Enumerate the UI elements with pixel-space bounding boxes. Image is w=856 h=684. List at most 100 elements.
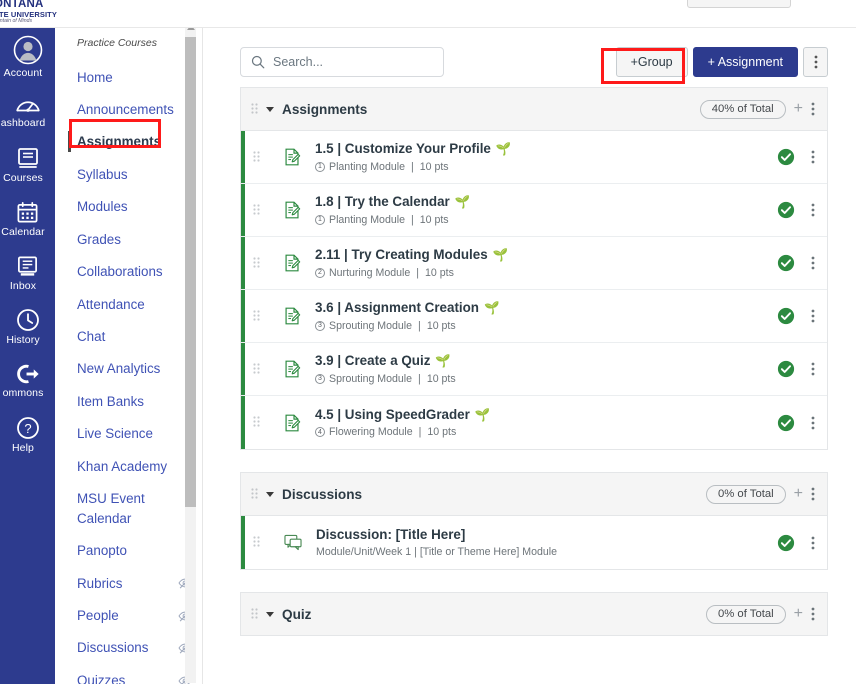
- global-nav-item-ashboard[interactable]: ashboard: [0, 84, 55, 138]
- drag-handle-icon[interactable]: [253, 309, 260, 323]
- assignment-title[interactable]: 2.11 | Try Creating Modules 🌱: [315, 247, 777, 264]
- drag-handle-icon[interactable]: [253, 362, 260, 376]
- drag-handle-icon[interactable]: [251, 607, 258, 621]
- assignment-row[interactable]: Discussion: [Title Here] Module/Unit/Week…: [241, 516, 827, 569]
- global-nav-item-calendar[interactable]: Calendar: [0, 192, 55, 246]
- group-weight-badge: 0% of Total: [705, 484, 786, 504]
- msu-logo: ONTANA ATE UNIVERSITY ountain of Minds: [0, 0, 68, 25]
- course-nav-item-home[interactable]: Home: [55, 61, 202, 93]
- assignment-group-header[interactable]: Quiz 0% of Total +: [240, 592, 828, 636]
- assignment-title[interactable]: 4.5 | Using SpeedGrader 🌱: [315, 407, 777, 424]
- partial-top-button[interactable]: [687, 0, 791, 8]
- assignment-title[interactable]: 1.8 | Try the Calendar 🌱: [315, 194, 777, 211]
- group-header-actions: 0% of Total +: [705, 604, 815, 624]
- drag-handle-icon[interactable]: [253, 203, 260, 217]
- course-nav-item-quizzes[interactable]: Quizzes: [55, 664, 202, 684]
- course-nav-item-label: Khan Academy: [77, 458, 168, 474]
- group-options-icon[interactable]: [811, 607, 815, 621]
- drag-handle-icon[interactable]: [253, 416, 260, 429]
- course-nav-item-collaborations[interactable]: Collaborations: [55, 256, 202, 288]
- course-nav-item-attendance[interactable]: Attendance: [55, 288, 202, 320]
- published-status-icon[interactable]: [777, 148, 795, 166]
- course-nav-item-grades[interactable]: Grades: [55, 223, 202, 255]
- assignment-options-icon[interactable]: [811, 536, 815, 550]
- assignment-row[interactable]: 3.6 | Assignment Creation 🌱 3 Sprouting Mod…: [241, 290, 827, 343]
- course-nav-item-chat[interactable]: Chat: [55, 321, 202, 353]
- seedling-icon: 🌱: [454, 195, 471, 210]
- assignment-title[interactable]: 1.5 | Customize Your Profile 🌱: [315, 141, 777, 158]
- module-number-badge: 2: [315, 267, 325, 278]
- published-status-icon[interactable]: [777, 201, 795, 219]
- search-input[interactable]: [273, 55, 433, 69]
- drag-handle-icon[interactable]: [251, 102, 258, 116]
- course-nav-item-announcements[interactable]: Announcements: [55, 93, 202, 125]
- assignment-options-icon[interactable]: [811, 362, 815, 376]
- course-nav-item-label: Assignments: [77, 134, 162, 150]
- drag-handle-icon[interactable]: [253, 150, 260, 164]
- published-status-icon[interactable]: [777, 534, 795, 552]
- global-nav-item-label: ommons: [2, 387, 44, 399]
- group-header-actions: 40% of Total +: [699, 99, 815, 119]
- global-nav-item-inbox[interactable]: Inbox: [0, 246, 55, 300]
- published-status-icon[interactable]: [777, 414, 795, 432]
- course-nav-item-msu-event-calendar[interactable]: MSU Event Calendar: [55, 483, 202, 535]
- course-nav-item-modules[interactable]: Modules: [55, 191, 202, 223]
- assignment-group-header[interactable]: Discussions 0% of Total +: [240, 472, 828, 516]
- assignment-row[interactable]: 1.5 | Customize Your Profile 🌱 1 Planting M…: [241, 131, 827, 184]
- assignment-title[interactable]: 3.9 | Create a Quiz 🌱: [315, 353, 777, 370]
- assignment-options-icon[interactable]: [811, 256, 815, 270]
- assignments-options-button[interactable]: [803, 47, 828, 77]
- course-nav-item-discussions[interactable]: Discussions: [55, 632, 202, 664]
- course-nav-item-live-science[interactable]: Live Science: [55, 418, 202, 450]
- global-nav-item-ommons[interactable]: ommons: [0, 354, 55, 408]
- assignment-title-text: 1.5 | Customize Your Profile: [315, 141, 491, 157]
- add-to-group-icon[interactable]: +: [794, 486, 803, 502]
- course-nav-item-panopto[interactable]: Panopto: [55, 535, 202, 567]
- assignment-options-icon[interactable]: [811, 416, 815, 430]
- add-assignment-button[interactable]: + Assignment: [692, 47, 798, 77]
- course-nav-scrollbar[interactable]: [185, 23, 196, 683]
- course-nav-item-khan-academy[interactable]: Khan Academy: [55, 450, 202, 482]
- assignment-title[interactable]: 3.6 | Assignment Creation 🌱: [315, 300, 777, 317]
- course-nav-item-people[interactable]: People: [55, 599, 202, 631]
- assignment-group-header[interactable]: Assignments 40% of Total +: [240, 87, 828, 131]
- add-to-group-icon[interactable]: +: [794, 101, 803, 117]
- published-status-icon[interactable]: [777, 254, 795, 272]
- group-options-icon[interactable]: [811, 102, 815, 116]
- global-nav-item-help[interactable]: ? Help: [0, 408, 55, 462]
- search-box[interactable]: [240, 47, 444, 77]
- global-nav-item-courses[interactable]: Courses: [0, 138, 55, 192]
- collapse-caret-icon[interactable]: [266, 491, 274, 497]
- course-nav-item-syllabus[interactable]: Syllabus: [55, 158, 202, 190]
- assignment-options-icon[interactable]: [811, 203, 815, 217]
- drag-handle-icon[interactable]: [253, 536, 260, 549]
- assignment-row-actions: [777, 254, 815, 272]
- assignment-row-actions: [777, 307, 815, 325]
- assignment-row[interactable]: 3.9 | Create a Quiz 🌱 3 Sprouting Module | 10…: [241, 343, 827, 396]
- collapse-caret-icon[interactable]: [266, 106, 274, 112]
- meta-separator: |: [410, 213, 414, 226]
- assignment-row[interactable]: 1.8 | Try the Calendar 🌱 1 Planting Module |…: [241, 184, 827, 237]
- seedling-icon: 🌱: [435, 354, 451, 369]
- assignment-title[interactable]: Discussion: [Title Here]: [316, 527, 777, 544]
- course-nav-item-item-banks[interactable]: Item Banks: [55, 385, 202, 417]
- assignment-options-icon[interactable]: [811, 309, 815, 323]
- global-nav-item-account[interactable]: Account: [0, 30, 55, 84]
- course-nav-item-new-analytics[interactable]: New Analytics: [55, 353, 202, 385]
- add-to-group-icon[interactable]: +: [794, 606, 803, 622]
- published-status-icon[interactable]: [777, 307, 795, 325]
- published-status-icon[interactable]: [777, 360, 795, 378]
- drag-handle-icon[interactable]: [251, 487, 258, 501]
- logo-line-2: ATE UNIVERSITY: [0, 9, 57, 19]
- assignment-row[interactable]: 4.5 | Using SpeedGrader 🌱 4 Flowering Modul…: [241, 396, 827, 449]
- assignment-options-icon[interactable]: [811, 150, 815, 164]
- add-group-button[interactable]: +Group: [615, 47, 688, 77]
- scrollbar-thumb[interactable]: [185, 37, 196, 507]
- course-nav-item-assignments[interactable]: Assignments: [55, 126, 202, 158]
- assignment-row[interactable]: 2.11 | Try Creating Modules 🌱 2 Nurturing M…: [241, 237, 827, 290]
- course-nav-item-rubrics[interactable]: Rubrics: [55, 567, 202, 599]
- drag-handle-icon[interactable]: [253, 256, 260, 270]
- group-options-icon[interactable]: [811, 487, 815, 501]
- global-nav-item-history[interactable]: History: [0, 300, 55, 354]
- collapse-caret-icon[interactable]: [266, 611, 274, 617]
